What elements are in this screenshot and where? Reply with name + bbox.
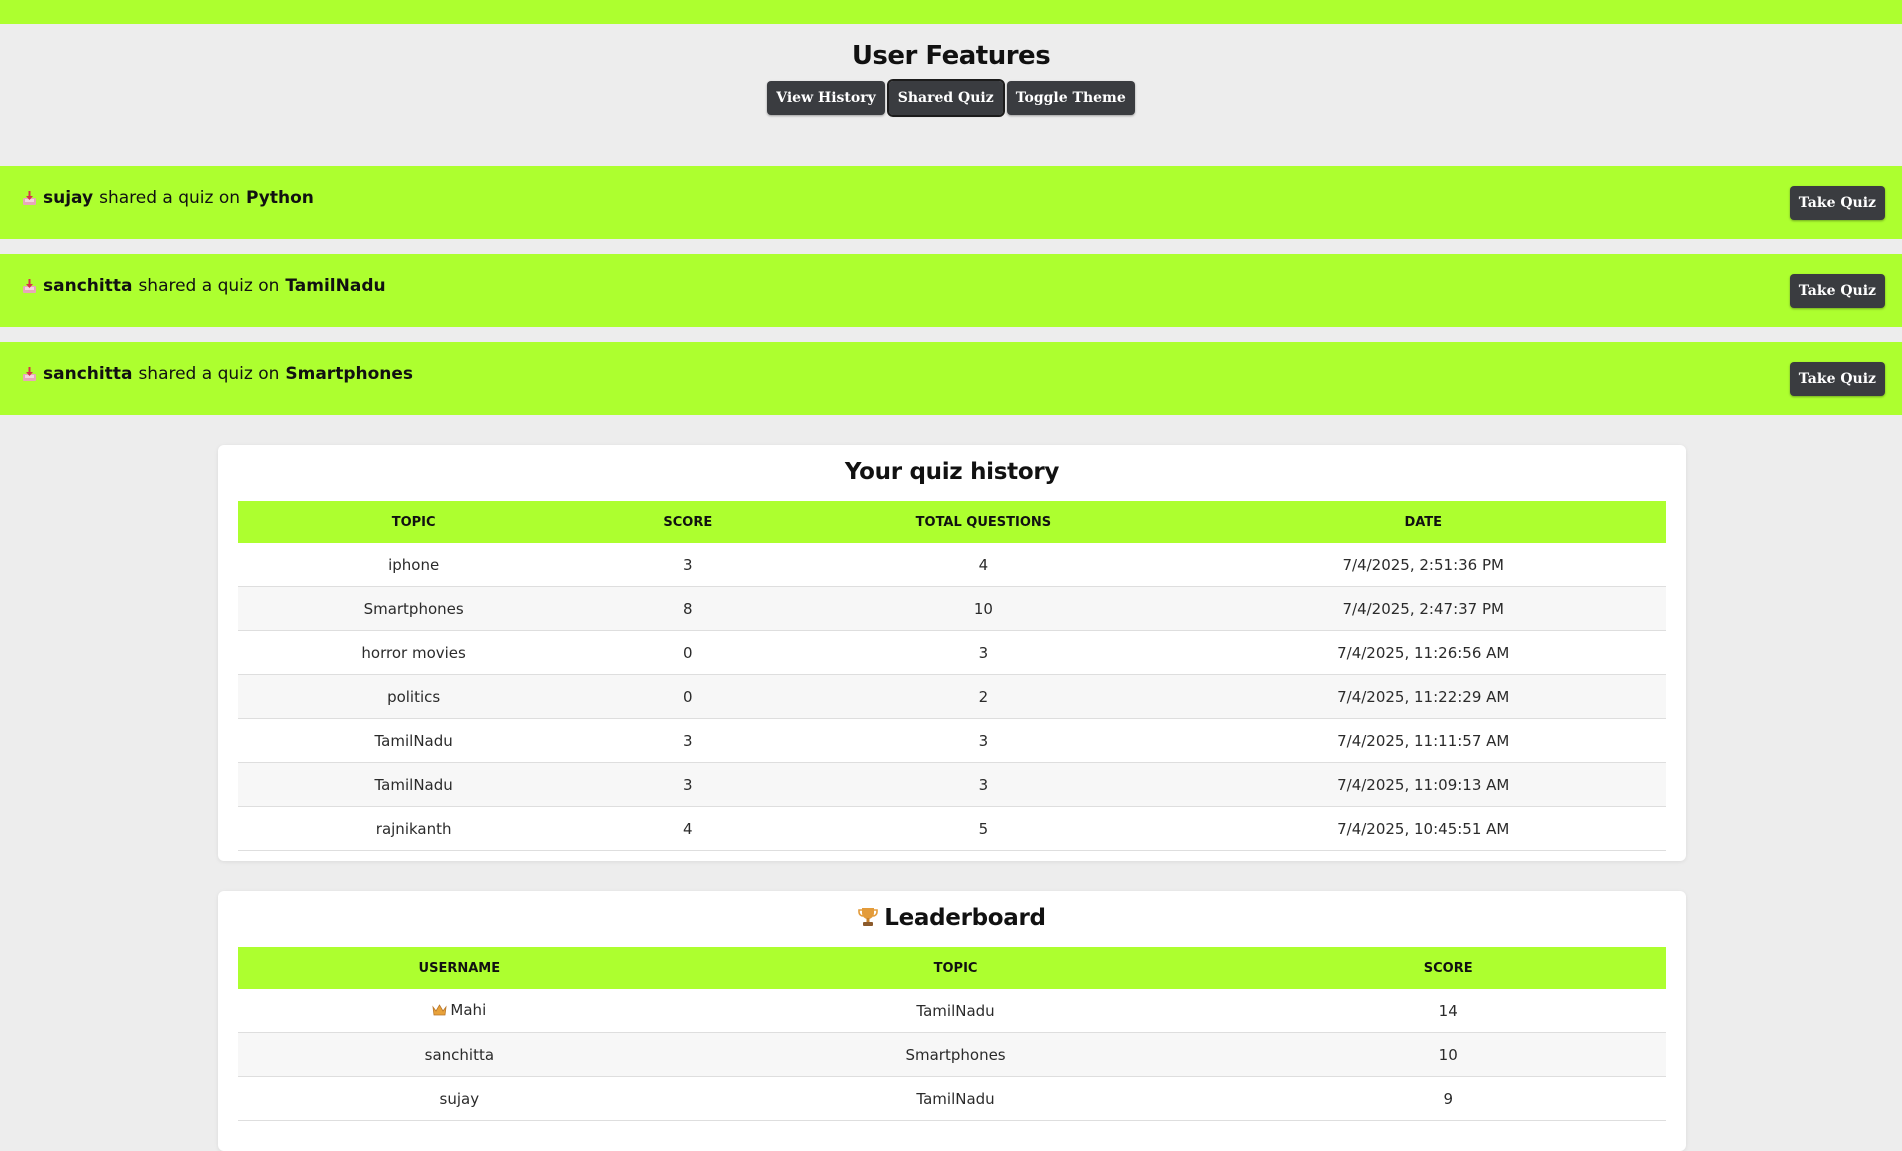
table-cell: TamilNadu bbox=[680, 989, 1231, 1033]
shared-quiz-card: sujay shared a quiz on Python Take Quiz bbox=[0, 166, 1902, 239]
share-text-middle: shared a quiz on bbox=[99, 188, 241, 208]
leaderboard-table: USERNAME TOPIC SCORE Mahi TamilNadu 14 s… bbox=[238, 947, 1666, 1121]
leaderboard-heading: Leaderboard bbox=[238, 901, 1666, 937]
feature-buttons: View History Shared Quiz Toggle Theme bbox=[0, 79, 1902, 117]
table-cell: 7/4/2025, 11:09:13 AM bbox=[1180, 762, 1666, 807]
table-cell: 5 bbox=[786, 806, 1181, 851]
column-header: USERNAME bbox=[238, 947, 681, 989]
table-header-row: USERNAME TOPIC SCORE bbox=[238, 947, 1666, 989]
table-cell: politics bbox=[238, 674, 590, 719]
table-cell: 9 bbox=[1230, 1076, 1666, 1121]
table-cell: 3 bbox=[589, 762, 787, 807]
table-cell: 3 bbox=[786, 762, 1181, 807]
table-cell: horror movies bbox=[238, 630, 590, 675]
table-row: TamilNadu 3 3 7/4/2025, 11:11:57 AM bbox=[238, 718, 1666, 763]
features-title: User Features bbox=[851, 41, 1051, 71]
table-row: TamilNadu 3 3 7/4/2025, 11:09:13 AM bbox=[238, 762, 1666, 807]
table-cell: 7/4/2025, 10:45:51 AM bbox=[1180, 806, 1666, 851]
column-header: TOPIC bbox=[680, 947, 1231, 989]
quiz-history-title: Your quiz history bbox=[844, 459, 1060, 485]
share-text-middle: shared a quiz on bbox=[138, 276, 280, 296]
column-header: DATE bbox=[1180, 501, 1666, 543]
table-cell: rajnikanth bbox=[238, 806, 590, 851]
shared-quiz-button[interactable]: Shared Quiz bbox=[886, 79, 1005, 117]
table-row: Smartphones 8 10 7/4/2025, 2:47:37 PM bbox=[238, 586, 1666, 631]
column-header: SCORE bbox=[1230, 947, 1666, 989]
table-cell: 7/4/2025, 2:51:36 PM bbox=[1180, 543, 1666, 587]
table-cell: 7/4/2025, 11:11:57 AM bbox=[1180, 718, 1666, 763]
quiz-history-panel: Your quiz history TOPIC SCORE TOTAL QUES… bbox=[218, 445, 1686, 861]
table-cell: 10 bbox=[786, 586, 1181, 631]
leaderboard-username: Mahi bbox=[450, 1001, 487, 1019]
table-cell: sujay bbox=[238, 1076, 681, 1121]
share-topic: Python bbox=[246, 188, 314, 208]
leaderboard-panel: Leaderboard USERNAME TOPIC SCORE Mahi Ta… bbox=[218, 891, 1686, 1151]
table-cell: 10 bbox=[1230, 1032, 1666, 1077]
inbox-tray-icon bbox=[22, 190, 37, 206]
take-quiz-button[interactable]: Take Quiz bbox=[1789, 274, 1885, 308]
table-cell: TamilNadu bbox=[238, 718, 590, 763]
table-cell: 3 bbox=[786, 630, 1181, 675]
take-quiz-button[interactable]: Take Quiz bbox=[1789, 362, 1885, 396]
table-cell: 8 bbox=[589, 586, 787, 631]
toggle-theme-button[interactable]: Toggle Theme bbox=[1006, 81, 1135, 115]
table-cell: 14 bbox=[1230, 989, 1666, 1033]
table-cell: 4 bbox=[786, 543, 1181, 587]
table-cell: 0 bbox=[589, 674, 787, 719]
column-header: TOPIC bbox=[238, 501, 590, 543]
top-accent-bar bbox=[0, 0, 1902, 24]
table-cell: 3 bbox=[589, 718, 787, 763]
table-row: rajnikanth 4 5 7/4/2025, 10:45:51 AM bbox=[238, 806, 1666, 851]
table-cell: TamilNadu bbox=[680, 1076, 1231, 1121]
table-cell: 4 bbox=[589, 806, 787, 851]
table-header-row: TOPIC SCORE TOTAL QUESTIONS DATE bbox=[238, 501, 1666, 543]
share-username: sujay bbox=[43, 188, 94, 208]
user-features-section: User Features View History Shared Quiz T… bbox=[0, 24, 1902, 142]
shared-quiz-card: sanchitta shared a quiz on Smartphones T… bbox=[0, 342, 1902, 415]
share-topic: Smartphones bbox=[285, 364, 414, 384]
table-cell: Smartphones bbox=[238, 586, 590, 631]
table-cell: Mahi bbox=[238, 989, 681, 1033]
share-text-middle: shared a quiz on bbox=[138, 364, 280, 384]
table-cell: 7/4/2025, 2:47:37 PM bbox=[1180, 586, 1666, 631]
quiz-history-table: TOPIC SCORE TOTAL QUESTIONS DATE iphone … bbox=[238, 501, 1666, 851]
shared-quiz-list: sujay shared a quiz on Python Take Quiz … bbox=[0, 166, 1902, 415]
table-row: politics 0 2 7/4/2025, 11:22:29 AM bbox=[238, 674, 1666, 719]
table-cell: 7/4/2025, 11:26:56 AM bbox=[1180, 630, 1666, 675]
inbox-tray-icon bbox=[22, 366, 37, 382]
table-cell: 2 bbox=[786, 674, 1181, 719]
share-username: sanchitta bbox=[43, 276, 133, 296]
table-row: horror movies 0 3 7/4/2025, 11:26:56 AM bbox=[238, 630, 1666, 675]
table-cell: 3 bbox=[786, 718, 1181, 763]
crown-icon bbox=[432, 1002, 448, 1020]
table-cell: TamilNadu bbox=[238, 762, 590, 807]
table-row: sujay TamilNadu 9 bbox=[238, 1076, 1666, 1121]
table-row: sanchitta Smartphones 10 bbox=[238, 1032, 1666, 1077]
table-cell: iphone bbox=[238, 543, 590, 587]
shared-quiz-card: sanchitta shared a quiz on TamilNadu Tak… bbox=[0, 254, 1902, 327]
table-cell: sanchitta bbox=[238, 1032, 681, 1077]
leaderboard-title: Leaderboard bbox=[884, 905, 1046, 931]
view-history-button[interactable]: View History bbox=[767, 81, 885, 115]
take-quiz-button[interactable]: Take Quiz bbox=[1789, 186, 1885, 220]
table-cell: 3 bbox=[589, 543, 787, 587]
table-cell: Smartphones bbox=[680, 1032, 1231, 1077]
trophy-icon bbox=[858, 904, 879, 938]
column-header: SCORE bbox=[589, 501, 787, 543]
table-cell: 0 bbox=[589, 630, 787, 675]
inbox-tray-icon bbox=[22, 278, 37, 294]
table-row: iphone 3 4 7/4/2025, 2:51:36 PM bbox=[238, 543, 1666, 587]
table-row: Mahi TamilNadu 14 bbox=[238, 989, 1666, 1033]
share-topic: TamilNadu bbox=[285, 276, 386, 296]
share-username: sanchitta bbox=[43, 364, 133, 384]
column-header: TOTAL QUESTIONS bbox=[786, 501, 1181, 543]
table-cell: 7/4/2025, 11:22:29 AM bbox=[1180, 674, 1666, 719]
